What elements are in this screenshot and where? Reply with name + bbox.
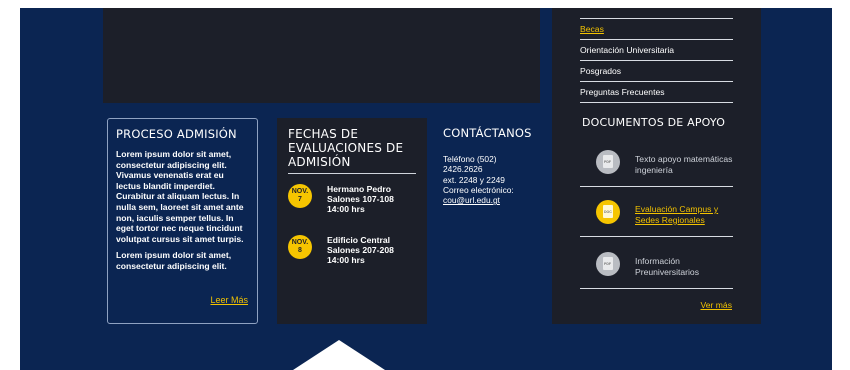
admision-title: PROCESO ADMISIÓN [116,127,237,141]
phone-number: 2426.2626 [443,164,483,175]
list-item[interactable]: Orientación Universitaria [580,40,733,61]
event-item: NOV. 7 Hermano Pedro Salones 107-108 14:… [288,184,416,215]
link-preguntas[interactable]: Preguntas Frecuentes [580,87,665,97]
link-posgrados[interactable]: Posgrados [580,66,621,76]
badge-day: 8 [298,246,302,254]
scroll-up-arrow-icon[interactable] [293,340,385,370]
doc-label[interactable]: Información Preuniversitarios [635,256,735,277]
link-list: Becas Orientación Universitaria Posgrado… [580,12,733,103]
video-area[interactable] [103,8,540,103]
email-link[interactable]: cou@url.edu.gt [443,195,500,205]
contact-title: CONTÁCTANOS [443,126,532,140]
doc-label[interactable]: Texto apoyo matemáticas ingeniería [635,154,735,175]
read-more-link[interactable]: Leer Más [210,295,248,305]
admision-card: PROCESO ADMISIÓN Lorem ipsum dolor sit a… [107,118,258,324]
date-badge: NOV. 8 [288,234,312,259]
list-item[interactable]: Posgrados [580,61,733,82]
list-divider [580,12,733,19]
contact-block: CONTÁCTANOS Teléfono (502) 2426.2626 ext… [443,126,543,205]
fechas-title: FECHAS DE EVALUACIONES DE ADMISIÓN [288,127,416,174]
docs-title: DOCUMENTOS DE APOYO [582,116,726,129]
date-badge: NOV. 7 [288,184,312,208]
list-item[interactable]: Preguntas Frecuentes [580,82,733,103]
event-place: Hermano Pedro [327,184,391,194]
doc-label[interactable]: Evaluación Campus y Sedes Regionales [635,204,735,225]
event-rooms: Salones 207-208 [327,244,394,255]
admision-paragraph-2: Lorem ipsum dolor sit amet, consectetur … [116,250,232,271]
pdf-file-icon: PDF [596,252,620,276]
doc-item[interactable]: DOC Evaluación Campus y Sedes Regionales [580,190,733,237]
right-panel: Becas Orientación Universitaria Posgrado… [552,8,761,324]
doc-item[interactable]: PDF Texto apoyo matemáticas ingeniería [580,140,733,187]
pdf-file-icon: PDF [596,150,620,174]
doc-item[interactable]: PDF Información Preuniversitarios [580,242,733,289]
badge-month: NOV. [291,238,309,246]
fechas-card: FECHAS DE EVALUACIONES DE ADMISIÓN NOV. … [277,118,427,324]
link-becas[interactable]: Becas [580,24,604,34]
phone-label: Teléfono (502) [443,154,497,164]
event-time: 14:00 hrs [327,255,365,266]
event-item: NOV. 8 Edificio Central Salones 207-208 … [288,234,416,266]
admision-paragraph-1: Lorem ipsum dolor sit amet, consectetur … [116,149,244,244]
badge-month: NOV. [291,188,309,195]
event-place: Edificio Central [327,234,391,245]
link-orientacion[interactable]: Orientación Universitaria [580,45,674,55]
doc-file-icon: DOC [596,200,620,224]
event-rooms: Salones 107-108 [327,194,394,205]
see-more-link[interactable]: Ver más [700,300,732,310]
email-label: Correo electrónico: [443,184,514,195]
event-time: 14:00 hrs [327,204,365,215]
phone-extension: ext. 2248 y 2249 [443,174,505,185]
list-item[interactable]: Becas [580,19,733,40]
badge-day: 7 [298,196,302,203]
